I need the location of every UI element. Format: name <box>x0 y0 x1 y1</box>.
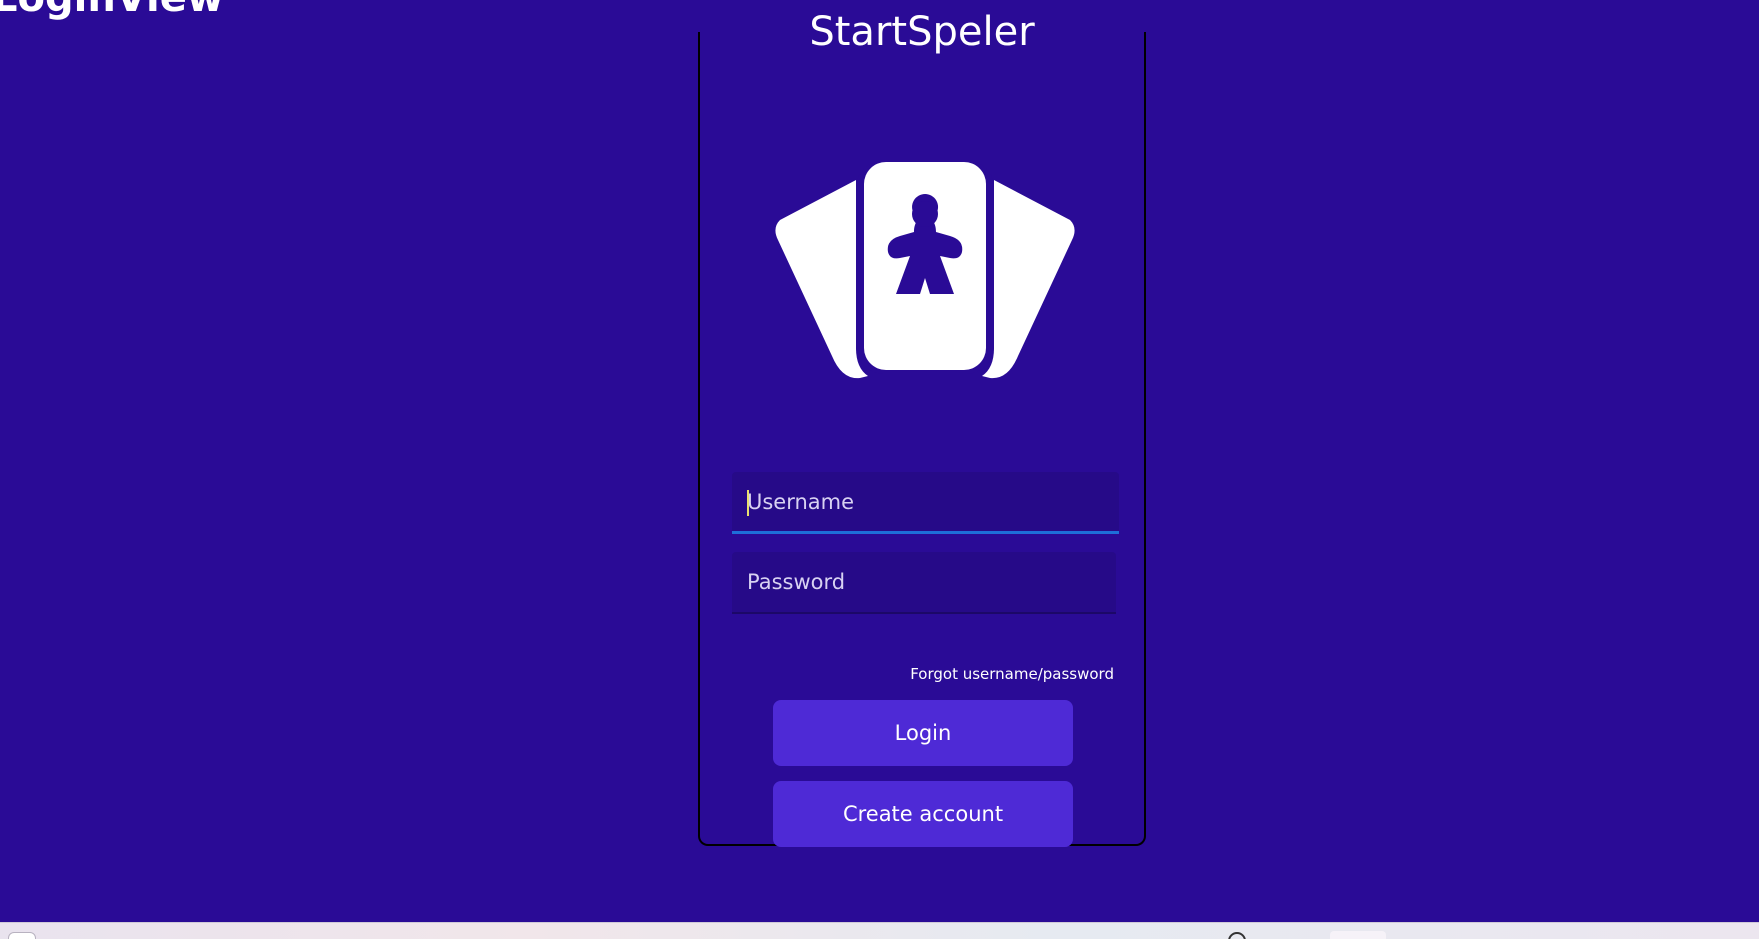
password-input[interactable] <box>732 552 1116 612</box>
create-account-button[interactable]: Create account <box>773 781 1073 847</box>
search-icon[interactable] <box>1228 932 1246 939</box>
login-button[interactable]: Login <box>773 700 1073 766</box>
username-field[interactable] <box>732 472 1119 534</box>
login-card: StartSpeler Forgot username/password Log… <box>698 10 1146 847</box>
app-title: StartSpeler <box>809 9 1035 55</box>
text-cursor <box>747 490 749 516</box>
password-field[interactable] <box>732 552 1116 614</box>
username-input[interactable] <box>732 472 1119 531</box>
login-page: LoginView StartSpeler Forgot username/pa… <box>0 0 1759 939</box>
taskbar <box>0 922 1759 939</box>
taskbar-app-icon[interactable] <box>1330 931 1386 939</box>
forgot-credentials-link[interactable]: Forgot username/password <box>910 665 1114 683</box>
card-fan-meeple-icon <box>775 160 1075 379</box>
taskbar-widget-icon[interactable] <box>8 932 36 939</box>
view-title: LoginView <box>0 0 224 18</box>
